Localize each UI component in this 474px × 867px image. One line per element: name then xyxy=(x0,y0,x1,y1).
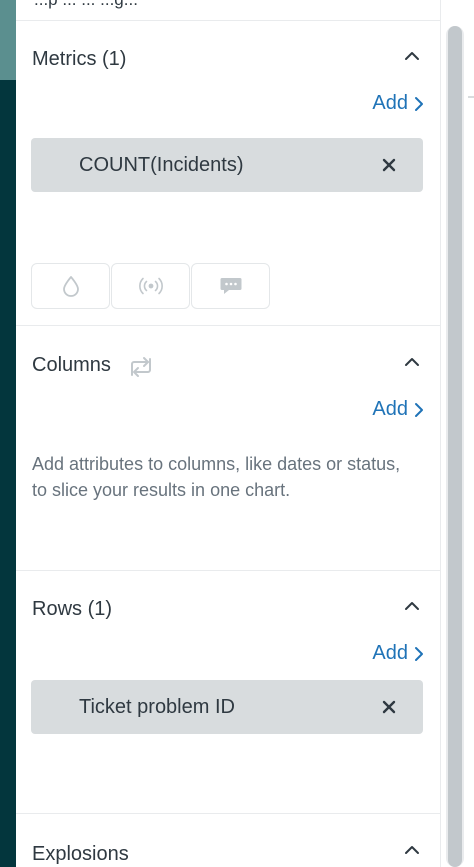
top-strip-text: ...p ... ... ...g... xyxy=(34,0,138,10)
chevron-right-icon xyxy=(415,96,423,111)
scrollbar-track[interactable] xyxy=(446,26,464,867)
scrollbar-thumb[interactable] xyxy=(448,26,462,867)
columns-add-link[interactable]: Add xyxy=(372,398,424,421)
speech-bubble-icon xyxy=(220,278,241,294)
chevron-right-icon xyxy=(415,646,423,661)
rows-title: Rows (1) xyxy=(32,598,113,620)
rows-add-label: Add xyxy=(372,642,408,664)
metric-pill[interactable]: COUNT(Incidents) xyxy=(31,138,423,192)
speech-bubble-option-button[interactable] xyxy=(191,263,270,309)
rows-section: Rows (1) Add Ticket problem ID xyxy=(16,570,440,814)
metrics-add-label: Add xyxy=(372,92,408,114)
chevron-up-icon xyxy=(405,846,419,854)
display-options-group xyxy=(31,263,271,309)
drop-option-button[interactable] xyxy=(31,263,110,309)
app-root: ...p ... ... ...g... Metrics (1) Add COU… xyxy=(0,0,474,867)
drop-icon xyxy=(62,276,79,297)
columns-add-label: Add xyxy=(372,398,408,420)
explosions-collapse-button[interactable] xyxy=(402,840,422,860)
broadcast-option-button[interactable] xyxy=(111,263,190,309)
columns-help-text: Add attributes to columns, like dates or… xyxy=(32,454,401,500)
metrics-add-link[interactable]: Add xyxy=(372,92,424,115)
columns-section: Columns Add Add attributes to columns, l… xyxy=(16,325,440,571)
row-remove-button[interactable] xyxy=(379,697,399,717)
rows-collapse-button[interactable] xyxy=(402,596,422,616)
columns-title: Columns xyxy=(32,354,111,376)
metrics-collapse-button[interactable] xyxy=(402,46,422,66)
chevron-up-icon xyxy=(405,602,419,610)
explosions-title: Explosions xyxy=(32,843,129,865)
chevron-up-icon xyxy=(405,358,419,366)
swap-icon[interactable] xyxy=(128,355,154,379)
metric-pill-label: COUNT(Incidents) xyxy=(79,153,244,176)
query-builder-panel: ...p ... ... ...g... Metrics (1) Add COU… xyxy=(16,0,441,867)
metrics-title: Metrics (1) xyxy=(32,48,127,70)
chevron-up-icon xyxy=(405,52,419,60)
top-strip: ...p ... ... ...g... xyxy=(16,0,440,21)
left-rail xyxy=(0,0,16,867)
broadcast-icon xyxy=(138,277,163,295)
rail-accent xyxy=(0,0,16,80)
close-icon xyxy=(382,700,396,714)
rows-add-link[interactable]: Add xyxy=(372,642,424,665)
row-pill[interactable]: Ticket problem ID xyxy=(31,680,423,734)
row-pill-label: Ticket problem ID xyxy=(79,695,235,718)
chevron-right-icon xyxy=(415,402,423,417)
metrics-section: Metrics (1) Add COUNT(Incidents) xyxy=(16,20,440,326)
metric-remove-button[interactable] xyxy=(379,155,399,175)
right-edge-divider xyxy=(468,96,474,98)
close-icon xyxy=(382,158,396,172)
columns-collapse-button[interactable] xyxy=(402,352,422,372)
explosions-section: Explosions xyxy=(16,813,440,867)
